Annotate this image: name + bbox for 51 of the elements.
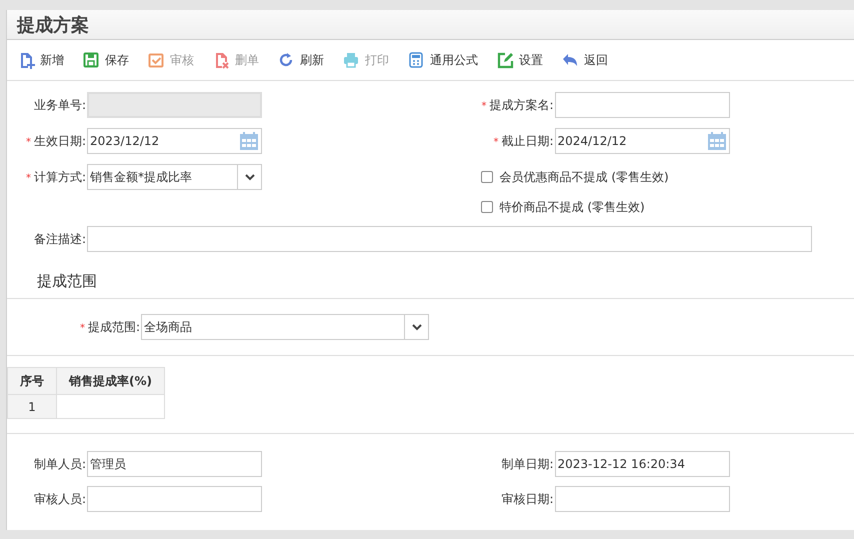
toolbar-button[interactable]: 设置 [496, 51, 543, 69]
toolbar-button[interactable]: 返回 [561, 51, 608, 69]
toolbar-button[interactable]: 新增 [17, 51, 64, 69]
input-field[interactable]: 2023-12-12 16:20:34 [554, 450, 730, 476]
column-header: 序号 [8, 368, 56, 394]
field-label: 提成方案名: [489, 98, 554, 112]
checkbox[interactable] [480, 171, 492, 183]
dropdown[interactable]: 销售金额*提成比率 [87, 164, 262, 190]
field-label: 提成范围: [88, 320, 140, 334]
required-mark: * [493, 137, 498, 148]
calendar-icon [239, 131, 259, 151]
input-field[interactable] [87, 226, 812, 252]
field-label: 备注描述: [34, 232, 86, 246]
toolbar-button[interactable]: 通用公式 [407, 51, 478, 69]
toolbar-button[interactable]: 刷新 [277, 51, 324, 69]
checkbox[interactable] [480, 201, 492, 213]
checkbox-label: 会员优惠商品不提成 (零售生效) [500, 169, 669, 186]
toolbar-button[interactable]: 保存 [82, 51, 129, 69]
dropdown[interactable]: 全场商品 [141, 314, 429, 340]
chevron-down-icon [412, 324, 422, 330]
refresh-icon [277, 51, 295, 69]
column-header: 销售提成率(%) [56, 368, 164, 394]
field-label: 业务单号: [34, 98, 86, 112]
field-label: 截止日期: [501, 134, 554, 148]
field-label: 计算方式: [34, 170, 86, 184]
required-mark: * [26, 137, 31, 148]
row-number: 1 [8, 394, 56, 418]
field-label: 审核日期: [501, 492, 554, 506]
field-label: 审核人员: [34, 492, 86, 506]
section-heading: 提成范围 [37, 272, 97, 290]
required-mark: * [26, 173, 31, 184]
field-label: 制单日期: [501, 456, 554, 470]
field-label: 制单人员: [34, 456, 86, 470]
print-icon [342, 51, 360, 69]
date-field[interactable]: 2023/12/12 [87, 128, 262, 154]
formula-icon [407, 51, 425, 69]
calendar-icon [706, 131, 726, 151]
input-field[interactable]: 管理员 [87, 450, 262, 476]
input-field[interactable] [87, 486, 262, 512]
required-mark: * [80, 323, 85, 334]
chevron-down-icon [244, 174, 254, 180]
check-icon [147, 51, 165, 69]
edit-icon [496, 51, 514, 69]
save-icon [82, 51, 100, 69]
date-field[interactable]: 2024/12/12 [554, 128, 730, 154]
page-title: 提成方案 [17, 15, 89, 36]
input-field[interactable] [554, 92, 730, 118]
required-mark: * [481, 101, 486, 112]
field-label: 生效日期: [34, 134, 86, 148]
checkbox-label: 特价商品不提成 (零售生效) [500, 199, 645, 216]
input-field[interactable] [554, 486, 730, 512]
